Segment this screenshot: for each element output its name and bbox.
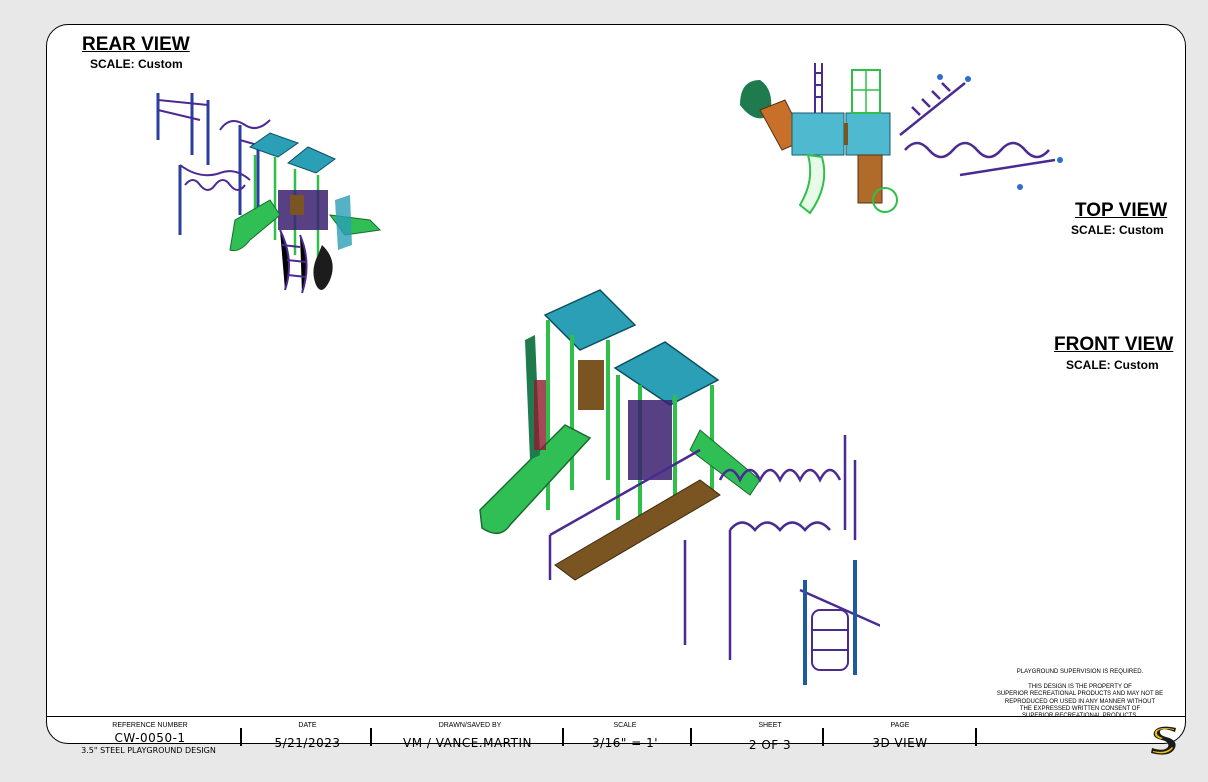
title-block-separator <box>370 728 372 746</box>
property-note-line: SUPERIOR RECREATIONAL PRODUCTS AND MAY N… <box>996 691 1164 698</box>
superior-s-logo-icon <box>1151 726 1176 755</box>
reference-number-label: REFERENCE NUMBER <box>112 722 188 729</box>
drawn-by-value: VM / VANCE.MARTIN <box>402 736 532 750</box>
notes-block: PLAYGROUND SUPERVISION IS REQUIRED. THIS… <box>976 669 1184 720</box>
supervision-note: PLAYGROUND SUPERVISION IS REQUIRED. <box>1016 669 1144 675</box>
drawing-sheet: REAR VIEW SCALE: Custom TOP VIEW SCALE: … <box>0 0 1208 782</box>
top-view-title: TOP VIEW <box>1075 200 1168 221</box>
top-view-scale: SCALE: Custom <box>1071 223 1164 237</box>
page-value: 3D-VIEW <box>872 736 928 750</box>
reference-number-value: CW-0050-1 <box>114 731 186 745</box>
sheet-label: SHEET <box>758 722 782 729</box>
page-label: PAGE <box>890 722 910 729</box>
title-block-separator <box>690 728 692 746</box>
rear-view-drawing <box>156 93 382 294</box>
title-block-separator <box>240 728 242 746</box>
reference-description: 3.5" STEEL PLAYGROUND DESIGN <box>81 746 216 755</box>
top-view-drawing <box>740 63 1063 215</box>
title-block-separator <box>562 728 564 746</box>
sheet-value: 2 OF 3 <box>748 738 792 752</box>
scale-value: 3/16" = 1' <box>591 736 659 750</box>
title-block-separator <box>975 728 977 746</box>
property-note-line: THE EXPRESSED WRITTEN CONSENT OF <box>1019 705 1141 712</box>
front-view-drawing <box>479 289 880 685</box>
date-label: DATE <box>298 722 317 729</box>
property-note-line: THIS DESIGN IS THE PROPERTY OF <box>1028 684 1132 691</box>
rear-view-title: REAR VIEW <box>82 34 190 55</box>
front-view-scale: SCALE: Custom <box>1066 358 1159 372</box>
property-note-line: REPRODUCED OR USED IN ANY MANNER WITHOUT <box>1004 698 1156 705</box>
title-block-separator <box>822 728 824 746</box>
rear-view-scale: SCALE: Custom <box>90 57 183 71</box>
scale-label: SCALE <box>613 722 637 729</box>
drawn-by-label: DRAWN/SAVED BY <box>438 722 502 729</box>
title-block-divider <box>46 716 1186 717</box>
date-value: 5/21/2023 <box>274 736 341 750</box>
front-view-title: FRONT VIEW <box>1054 334 1174 355</box>
